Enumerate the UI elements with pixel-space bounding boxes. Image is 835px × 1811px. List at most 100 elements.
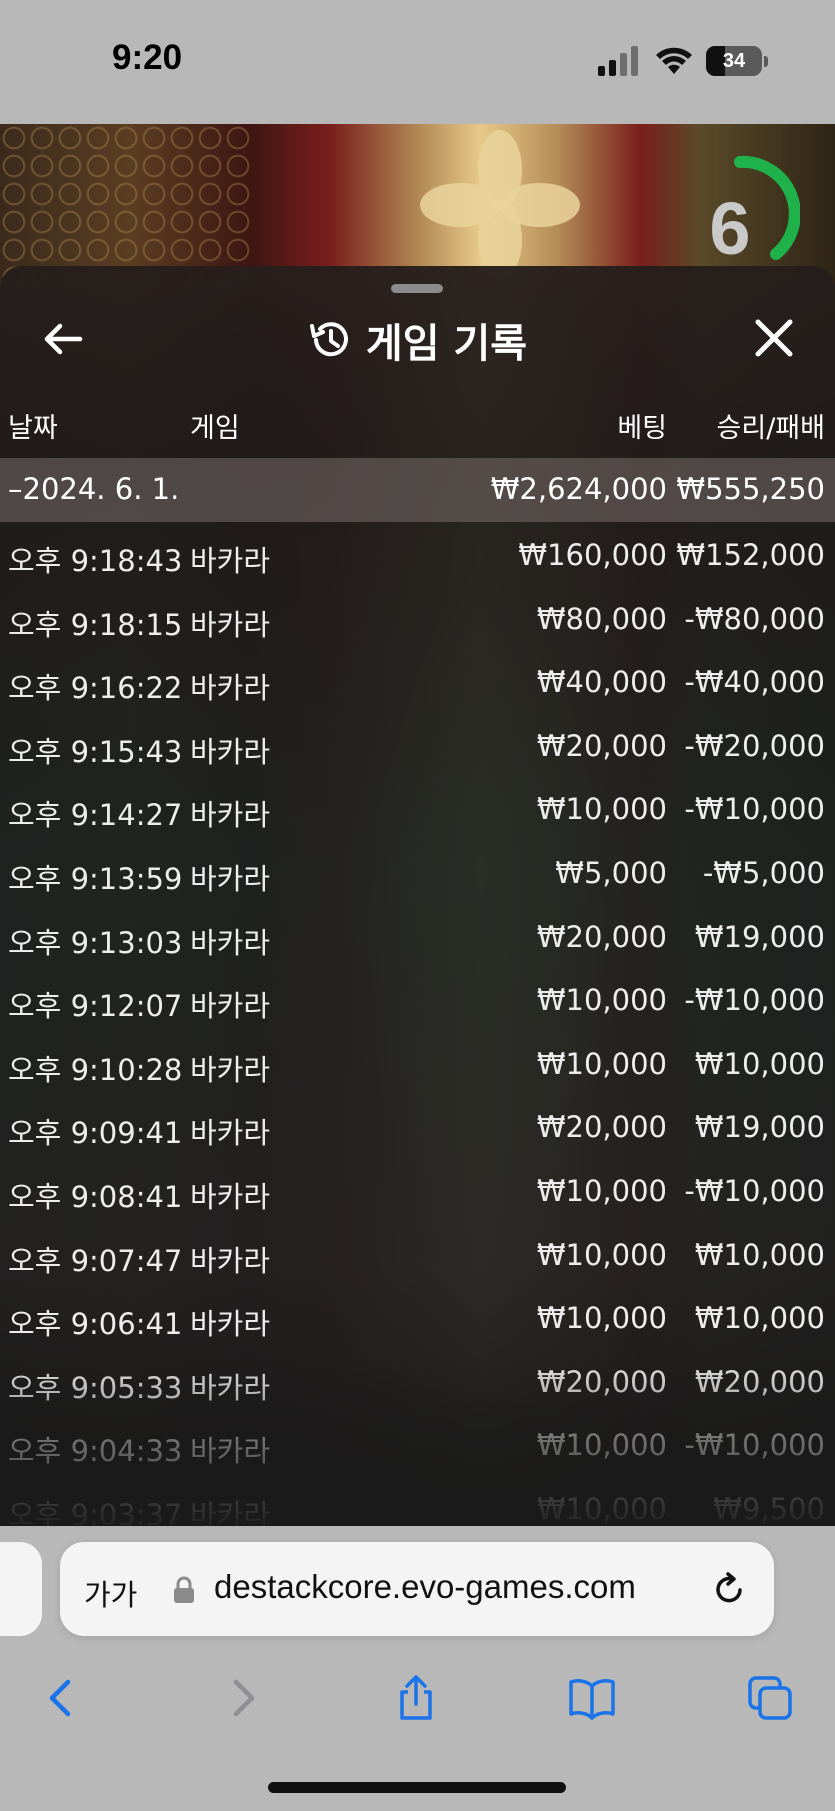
sheet-grabber[interactable] — [391, 284, 443, 293]
row-bet: ₩40,000 — [536, 665, 667, 700]
row-game: 바카라 — [190, 1434, 271, 1469]
row-time: 오후 9:05:33 — [8, 1370, 183, 1405]
day-label: –2024. 6. 1. — [8, 472, 180, 506]
table-logo-decoration — [420, 130, 580, 280]
row-time: 오후 9:10:28 — [8, 1052, 183, 1087]
history-row[interactable]: 오후 9:16:22 바카라 ₩40,000 -₩40,000 — [0, 649, 835, 713]
battery-level: 34 — [722, 50, 746, 72]
row-result: ₩152,000 — [676, 538, 825, 572]
row-result: ₩19,000 — [694, 1110, 825, 1145]
history-row[interactable]: 오후 9:10:28 바카라 ₩10,000 ₩10,000 — [0, 1031, 835, 1095]
history-row[interactable]: 오후 9:04:33 바카라 ₩10,000 -₩10,000 — [0, 1412, 835, 1476]
day-bet-total: ₩2,624,000 — [490, 472, 667, 506]
row-bet: ₩10,000 — [536, 1046, 667, 1081]
row-result: -₩10,000 — [684, 792, 825, 827]
row-time: 오후 9:13:59 — [8, 862, 183, 896]
column-header-bet: 베팅 — [617, 413, 667, 444]
day-result-total: ₩555,250 — [676, 472, 825, 506]
row-result: ₩10,000 — [694, 1046, 825, 1081]
address-bar[interactable]: 가가 destackcore.evo-games.com — [60, 1542, 774, 1636]
history-row[interactable]: 오후 9:14:27 바카라 ₩10,000 -₩10,000 — [0, 776, 835, 840]
page-settings-button[interactable]: 가가 — [84, 1572, 137, 1614]
row-result: -₩40,000 — [684, 665, 825, 700]
bookmarks-icon[interactable] — [568, 1674, 616, 1722]
row-game: 바카라 — [190, 607, 271, 642]
row-bet: ₩20,000 — [536, 1110, 667, 1145]
row-game: 바카라 — [190, 989, 271, 1024]
row-time: 오후 9:15:43 — [8, 734, 183, 769]
row-result: ₩19,000 — [694, 919, 825, 954]
row-result: -₩10,000 — [684, 983, 825, 1018]
close-icon[interactable] — [752, 316, 796, 360]
row-bet: ₩10,000 — [536, 1301, 667, 1336]
reload-icon[interactable] — [710, 1570, 748, 1608]
row-result: ₩10,000 — [694, 1301, 825, 1336]
history-row[interactable]: 오후 9:13:03 바카라 ₩20,000 ₩19,000 — [0, 904, 835, 968]
row-bet: ₩5,000 — [555, 856, 667, 890]
sheet-header: 게임 기록 — [0, 310, 835, 370]
row-time: 오후 9:07:47 — [8, 1243, 183, 1278]
row-result: -₩20,000 — [684, 728, 825, 763]
row-time: 오후 9:03:37 — [8, 1498, 183, 1526]
battery-icon: 34 — [706, 46, 762, 76]
row-bet: ₩10,000 — [536, 1492, 667, 1526]
column-header-date: 날짜 — [8, 413, 58, 444]
back-icon[interactable] — [38, 1674, 86, 1722]
history-row[interactable]: 오후 9:07:47 바카라 ₩10,000 ₩10,000 — [0, 1222, 835, 1286]
row-game: 바카라 — [190, 925, 271, 960]
url-text[interactable]: destackcore.evo-games.com — [214, 1568, 636, 1606]
history-row[interactable]: 오후 9:12:07 바카라 ₩10,000 -₩10,000 — [0, 967, 835, 1031]
history-row[interactable]: 오후 9:06:41 바카라 ₩10,000 ₩10,000 — [0, 1285, 835, 1349]
share-icon[interactable] — [392, 1674, 440, 1722]
row-game: 바카라 — [190, 862, 271, 896]
history-row[interactable]: 오후 9:15:43 바카라 ₩20,000 -₩20,000 — [0, 713, 835, 777]
history-row[interactable]: 오후 9:18:15 바카라 ₩80,000 -₩80,000 — [0, 586, 835, 650]
battery-nub — [764, 56, 768, 67]
row-bet: ₩10,000 — [536, 792, 667, 827]
row-result: ₩10,000 — [694, 1237, 825, 1272]
sheet-title: 게임 기록 — [365, 321, 528, 367]
row-bet: ₩20,000 — [536, 1364, 667, 1399]
row-result: -₩80,000 — [684, 601, 825, 636]
status-time: 9:20 — [112, 38, 183, 77]
wifi-icon — [656, 47, 692, 74]
row-bet: ₩20,000 — [536, 919, 667, 954]
row-game: 바카라 — [190, 1370, 271, 1405]
row-time: 오후 9:18:43 — [8, 544, 183, 578]
history-row[interactable]: 오후 9:05:33 바카라 ₩20,000 ₩20,000 — [0, 1349, 835, 1413]
row-game: 바카라 — [190, 671, 271, 706]
lock-icon — [174, 1576, 194, 1603]
row-result: -₩10,000 — [684, 1428, 825, 1463]
row-time: 오후 9:18:15 — [8, 607, 183, 642]
history-row[interactable]: 오후 9:08:41 바카라 ₩10,000 -₩10,000 — [0, 1158, 835, 1222]
previous-tab-preview[interactable] — [0, 1542, 42, 1636]
row-bet: ₩80,000 — [536, 601, 667, 636]
history-row[interactable]: 오후 9:13:59 바카라 ₩5,000 -₩5,000 — [0, 840, 835, 904]
row-game: 바카라 — [190, 1052, 271, 1087]
row-game: 바카라 — [190, 798, 271, 833]
history-row[interactable]: 오후 9:18:43 바카라 ₩160,000 ₩152,000 — [0, 522, 835, 586]
forward-icon[interactable] — [218, 1674, 266, 1722]
status-bar: 9:20 34 — [0, 0, 835, 124]
day-summary-row[interactable]: –2024. 6. 1. ₩2,624,000 ₩555,250 — [0, 458, 835, 522]
cellular-signal-icon — [598, 46, 638, 76]
tabs-icon[interactable] — [746, 1674, 794, 1722]
row-bet: ₩160,000 — [518, 538, 667, 572]
home-indicator — [268, 1782, 566, 1793]
row-game: 바카라 — [190, 1116, 271, 1151]
row-time: 오후 9:06:41 — [8, 1307, 183, 1342]
row-game: 바카라 — [190, 1498, 271, 1526]
countdown-timer: 6 — [709, 187, 751, 270]
row-time: 오후 9:16:22 — [8, 671, 183, 706]
row-game: 바카라 — [190, 544, 271, 578]
row-bet: ₩10,000 — [536, 1428, 667, 1463]
row-time: 오후 9:09:41 — [8, 1116, 183, 1151]
history-row[interactable]: 오후 9:09:41 바카라 ₩20,000 ₩19,000 — [0, 1094, 835, 1158]
row-time: 오후 9:04:33 — [8, 1434, 183, 1469]
row-result: -₩10,000 — [684, 1174, 825, 1208]
row-game: 바카라 — [190, 1307, 271, 1342]
row-result: ₩9,500 — [713, 1492, 825, 1526]
row-time: 오후 9:14:27 — [8, 798, 183, 833]
row-result: ₩20,000 — [694, 1364, 825, 1399]
history-row[interactable]: 오후 9:03:37 바카라 ₩10,000 ₩9,500 — [0, 1476, 835, 1526]
